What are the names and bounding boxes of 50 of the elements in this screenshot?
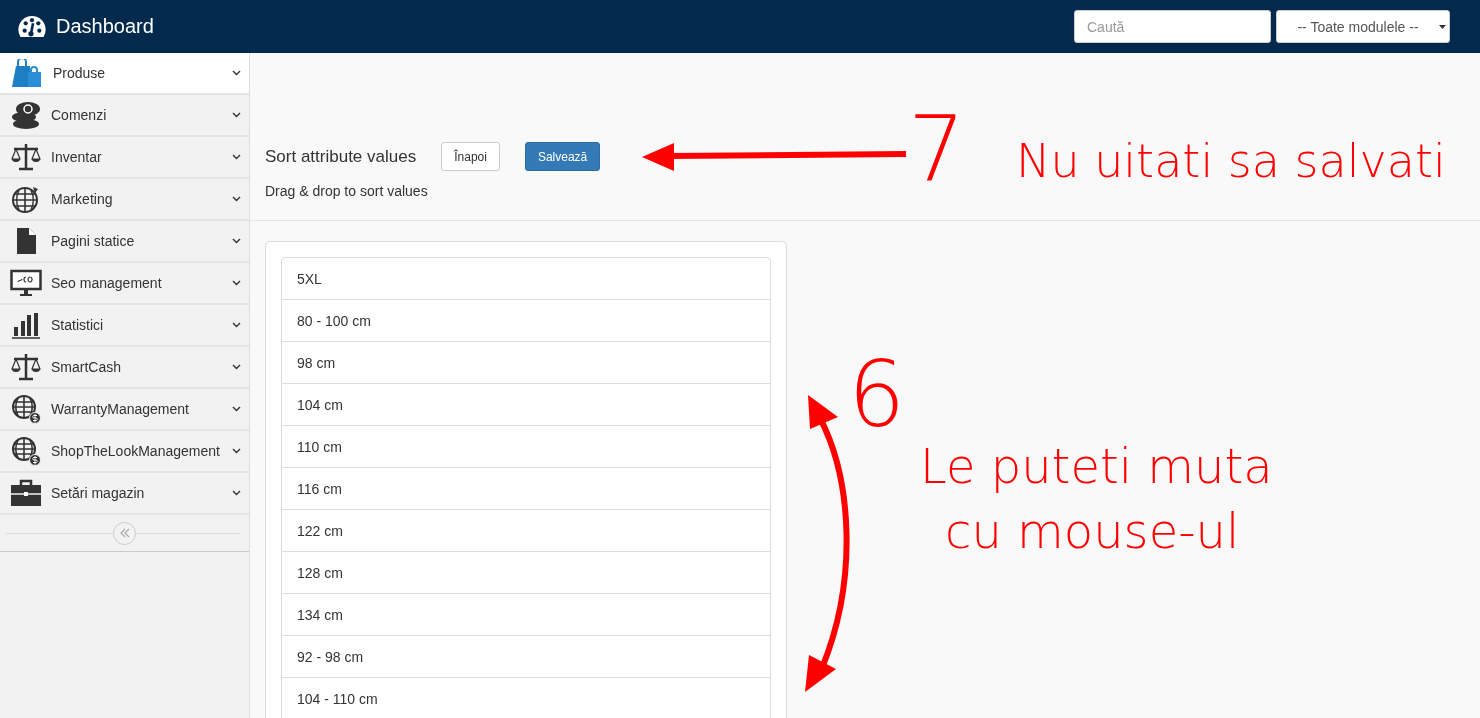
annotation-note: cu mouse-ul <box>945 505 1240 558</box>
chevron-down-icon <box>232 322 241 328</box>
module-select[interactable]: -- Toate modulele -- <box>1276 10 1450 43</box>
scales-icon <box>11 353 41 381</box>
sortable-value-item[interactable]: 128 cm <box>281 552 771 594</box>
chevron-down-icon <box>232 406 241 412</box>
back-button[interactable]: Înapoi <box>441 142 500 171</box>
scales-icon <box>11 143 41 171</box>
chevron-down-icon <box>232 196 241 202</box>
annotation-note: Le puteti muta <box>920 440 1273 493</box>
annotation-note: Nu uitati sa salvati <box>1016 136 1446 187</box>
chevron-down-icon <box>232 70 241 76</box>
dashboard-gauge-icon <box>16 15 48 38</box>
annotation-number: 7 <box>908 100 966 199</box>
globe-coin-icon <box>11 394 41 424</box>
sidebar-item[interactable]: Produse <box>0 53 249 95</box>
shopping-bags-icon <box>10 59 42 87</box>
sortable-value-item[interactable]: 80 - 100 cm <box>281 300 771 342</box>
sortable-value-item[interactable]: 134 cm <box>281 594 771 636</box>
briefcase-icon <box>10 479 42 507</box>
sortable-value-item[interactable]: 92 - 98 cm <box>281 636 771 678</box>
sortable-value-item[interactable]: 5XL <box>281 257 771 300</box>
sortable-value-item[interactable]: 104 cm <box>281 384 771 426</box>
chevron-down-icon <box>232 280 241 286</box>
collapse-sidebar-button[interactable] <box>113 521 136 545</box>
sortable-value-item[interactable]: 104 - 110 cm <box>281 678 771 718</box>
document-icon <box>14 227 38 255</box>
sortable-value-item[interactable]: 116 cm <box>281 468 771 510</box>
page-subtitle: Drag & drop to sort values <box>265 183 429 199</box>
page-title: Sort attribute values <box>265 146 417 167</box>
double-chevron-left-icon <box>119 528 130 538</box>
chevron-down-icon <box>232 364 241 370</box>
sortable-value-item[interactable]: 110 cm <box>281 426 771 468</box>
chevron-down-icon <box>232 448 241 454</box>
annotation-number: 6 <box>848 345 906 444</box>
chevron-down-icon <box>232 490 241 496</box>
monitor-icon <box>10 269 42 297</box>
globe-coin-icon <box>11 436 41 466</box>
search-field[interactable]: Caută <box>1074 10 1271 43</box>
sortable-value-item[interactable]: 98 cm <box>281 342 771 384</box>
save-button[interactable]: Salvează <box>524 142 601 171</box>
coin-stack-icon <box>11 101 41 129</box>
chevron-down-icon <box>232 112 241 118</box>
dropdown-arrow-icon <box>1439 24 1446 29</box>
globe-icon <box>11 184 41 214</box>
chevron-down-icon <box>232 238 241 244</box>
bar-chart-icon <box>11 311 41 339</box>
app-title: Dashboard <box>56 15 154 38</box>
chevron-down-icon <box>232 154 241 160</box>
sortable-value-item[interactable]: 122 cm <box>281 510 771 552</box>
